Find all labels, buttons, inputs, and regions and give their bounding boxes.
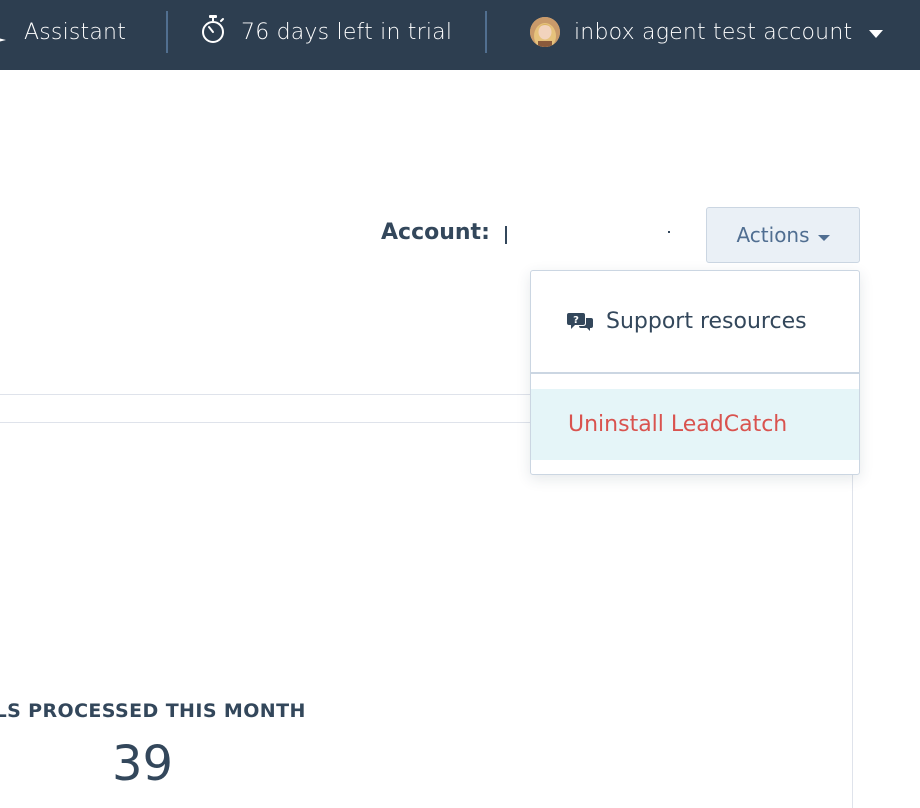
actions-label: Actions bbox=[736, 223, 810, 247]
emails-processed-value: 39 bbox=[112, 736, 174, 792]
account-menu[interactable]: inbox agent test account bbox=[530, 0, 884, 64]
account-name: inbox agent test account bbox=[574, 19, 853, 45]
top-nav-bar: Assistant 76 days left in trial inbox ag… bbox=[0, 0, 920, 70]
trial-label: 76 days left in trial bbox=[241, 19, 453, 45]
stopwatch-icon bbox=[199, 14, 227, 50]
menu-item-support-resources[interactable]: ? Support resources bbox=[531, 271, 859, 372]
assistant-button[interactable]: Assistant bbox=[0, 0, 126, 64]
account-value-mark bbox=[668, 231, 670, 233]
support-resources-label: Support resources bbox=[606, 309, 807, 334]
uninstall-label: Uninstall LeadCatch bbox=[568, 412, 788, 437]
account-label: Account: bbox=[381, 220, 490, 245]
topbar-divider bbox=[166, 11, 168, 53]
trial-status[interactable]: 76 days left in trial bbox=[199, 0, 452, 64]
svg-text:?: ? bbox=[573, 315, 579, 326]
account-value bbox=[505, 226, 507, 244]
avatar bbox=[530, 17, 560, 47]
caret-down-icon bbox=[817, 223, 830, 247]
emails-processed-label: AILS PROCESSED THIS MONTH bbox=[0, 700, 306, 722]
topbar-divider bbox=[485, 11, 487, 53]
actions-dropdown-menu: ? Support resources Uninstall LeadCatch bbox=[530, 270, 860, 475]
menu-divider bbox=[531, 372, 859, 374]
panel-border bbox=[852, 422, 853, 808]
caret-down-icon bbox=[869, 20, 884, 45]
actions-button[interactable]: Actions bbox=[706, 207, 860, 263]
sparkle-icon bbox=[0, 27, 10, 52]
menu-item-uninstall[interactable]: Uninstall LeadCatch bbox=[531, 389, 859, 460]
support-chat-icon: ? bbox=[567, 311, 593, 333]
assistant-label: Assistant bbox=[24, 19, 127, 45]
